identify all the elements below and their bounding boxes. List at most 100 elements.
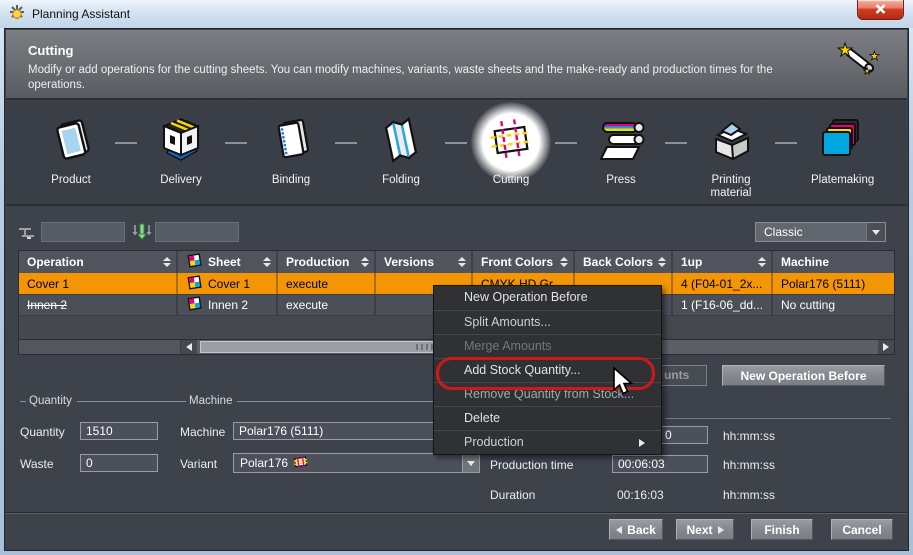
- cancel-button[interactable]: Cancel: [831, 519, 893, 540]
- duration-label: Duration: [490, 488, 535, 502]
- step-platemaking[interactable]: Platemaking: [786, 110, 896, 200]
- production-time-label: Production time: [490, 458, 573, 472]
- submenu-arrow-icon: [639, 439, 645, 447]
- next-button[interactable]: Next: [676, 519, 734, 540]
- production-time-input[interactable]: [612, 455, 708, 473]
- svg-text:★: ★: [869, 49, 880, 63]
- cell-1up: 1 (F16-06_dd...: [673, 295, 773, 315]
- scroll-left-button[interactable]: [181, 340, 197, 354]
- machine-input[interactable]: [233, 422, 465, 440]
- svg-text:★: ★: [837, 40, 853, 60]
- column-header-machine[interactable]: Machine: [773, 251, 894, 273]
- filter-list-icon: [18, 226, 40, 245]
- menu-item-new-operation-before[interactable]: New Operation Before: [434, 286, 661, 310]
- wizard-wand-icon: ★ ★ ★: [829, 36, 887, 91]
- step-folding[interactable]: Folding: [346, 110, 456, 200]
- sort-icon[interactable]: [263, 257, 271, 267]
- menu-item-merge-amounts: Merge Amounts: [434, 334, 661, 358]
- machine-group-title: Machine: [180, 395, 462, 407]
- waste-label: Waste: [20, 457, 54, 471]
- machine-label: Machine: [180, 425, 225, 439]
- column-header-versions[interactable]: Versions: [376, 251, 473, 273]
- cell-operation: Innen 2: [19, 295, 178, 315]
- new-operation-before-button[interactable]: New Operation Before: [722, 365, 885, 386]
- cell-sheet: Cover 1: [178, 273, 278, 294]
- close-button[interactable]: [857, 0, 904, 20]
- frozen-column-scroll-track[interactable]: [19, 340, 181, 354]
- back-button[interactable]: Back: [609, 519, 663, 540]
- time-format-label: hh:mm:ss: [723, 429, 775, 443]
- amounts-button-partial[interactable]: unts: [659, 365, 707, 386]
- step-product[interactable]: Product: [16, 110, 126, 200]
- sort-icon[interactable]: [458, 257, 466, 267]
- menu-item-split-amounts[interactable]: Split Amounts...: [434, 310, 661, 334]
- time-format-label: hh:mm:ss: [723, 488, 775, 502]
- step-binding[interactable]: Binding: [236, 110, 346, 200]
- menu-item-production[interactable]: Production: [434, 430, 661, 454]
- page-description: Modify or add operations for the cutting…: [28, 63, 788, 93]
- cell-production: execute: [278, 295, 376, 315]
- column-header-1up[interactable]: 1up: [673, 251, 773, 273]
- chevron-down-icon[interactable]: [462, 454, 479, 472]
- sort-icon[interactable]: [758, 257, 766, 267]
- step-label: Folding: [346, 174, 456, 187]
- next-arrow-icon: [718, 526, 724, 534]
- quantity-label: Quantity: [20, 425, 65, 439]
- times-group-border: [665, 418, 891, 419]
- filter-input[interactable]: [41, 222, 125, 242]
- column-header-production[interactable]: Production: [278, 251, 376, 273]
- step-press[interactable]: Press: [566, 110, 676, 200]
- column-header-back-colors[interactable]: Back Colors: [575, 251, 673, 273]
- step-label: Binding: [236, 174, 346, 187]
- sort-icon[interactable]: [163, 257, 171, 267]
- cutter-variant-icon: [293, 455, 308, 471]
- footer-separator-light: [6, 513, 907, 514]
- variant-label: Variant: [180, 457, 217, 471]
- column-header-operation[interactable]: Operation: [19, 251, 178, 273]
- scroll-right-button[interactable]: [878, 340, 894, 354]
- wizard-steps-band: Product Delivery: [6, 102, 907, 206]
- step-label: Press: [566, 174, 676, 187]
- mouse-cursor: [612, 367, 634, 402]
- step-delivery[interactable]: Delivery: [126, 110, 236, 200]
- close-icon: [875, 1, 886, 19]
- page-title: Cutting: [28, 43, 73, 58]
- sort-icon[interactable]: [361, 257, 369, 267]
- variant-select[interactable]: Polar176: [233, 453, 480, 473]
- finish-button[interactable]: Finish: [751, 519, 813, 540]
- scroll-right-icon: [883, 343, 889, 351]
- view-mode-select[interactable]: Classic: [755, 222, 886, 242]
- header-band: Cutting Modify or add operations for the…: [6, 30, 907, 100]
- printing-material-icon: [706, 115, 756, 170]
- quantity-input[interactable]: [80, 422, 158, 440]
- column-header-sheet[interactable]: Sheet: [178, 251, 278, 273]
- cell-production: execute: [278, 273, 376, 294]
- quantity-group-title: Quantity: [20, 395, 180, 407]
- column-header-front-colors[interactable]: Front Colors: [473, 251, 575, 273]
- chevron-down-icon[interactable]: [866, 223, 885, 241]
- view-mode-value: Classic: [756, 225, 866, 239]
- sort-icon[interactable]: [560, 257, 568, 267]
- step-label: Product: [16, 174, 126, 187]
- platemaking-icon: [817, 115, 865, 170]
- step-label: Platemaking: [786, 174, 896, 187]
- delivery-icon: [157, 115, 205, 170]
- menu-item-delete[interactable]: Delete: [434, 406, 661, 430]
- step-cutting[interactable]: Cutting: [456, 110, 566, 200]
- waste-input[interactable]: [80, 454, 158, 472]
- time-format-label: hh:mm:ss: [723, 458, 775, 472]
- cell-1up: 4 (F04-01_2x...: [673, 273, 773, 294]
- sort-input[interactable]: [155, 222, 239, 242]
- variant-value: Polar176: [240, 456, 288, 470]
- titlebar: Planning Assistant: [0, 0, 913, 28]
- sheet-icon: [186, 275, 202, 293]
- cell-operation: Cover 1: [19, 273, 178, 294]
- step-printing-material[interactable]: Printing material: [676, 110, 786, 200]
- cutting-icon: [486, 115, 536, 170]
- press-icon: [595, 115, 647, 170]
- step-label: Delivery: [126, 174, 236, 187]
- window-title: Planning Assistant: [32, 7, 130, 21]
- cell-sheet: Innen 2: [178, 295, 278, 315]
- svg-text:★: ★: [863, 66, 871, 76]
- sort-icon[interactable]: [658, 257, 666, 267]
